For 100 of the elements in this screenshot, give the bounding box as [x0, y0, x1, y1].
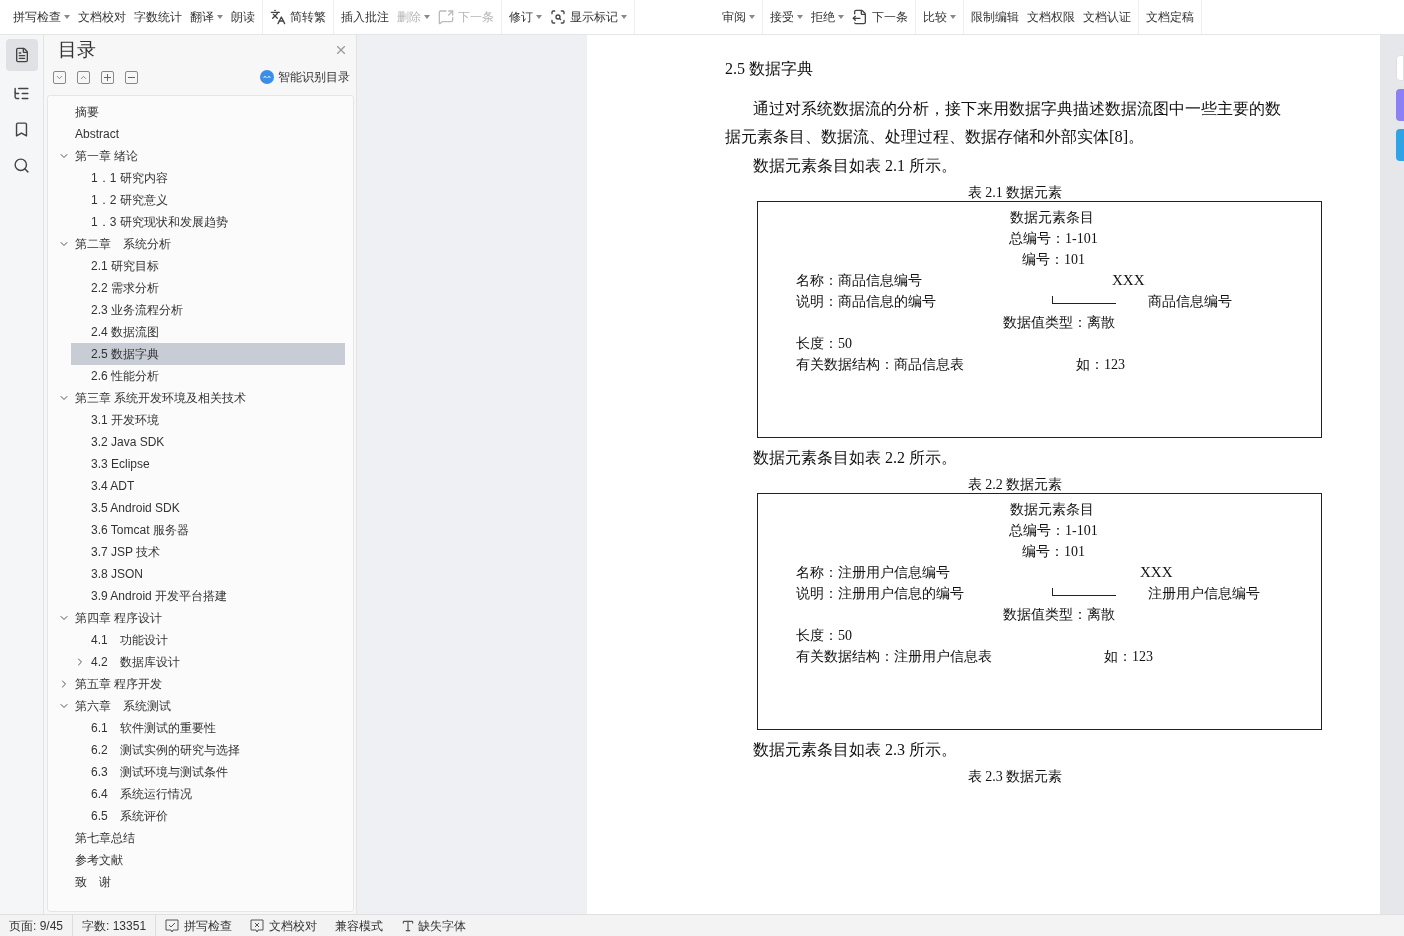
- toc-item[interactable]: 6.5 系统评价: [71, 805, 345, 827]
- item-length: 长度：50: [796, 628, 852, 643]
- side-panel-tab[interactable]: [1396, 55, 1404, 81]
- plus-icon: [104, 73, 111, 81]
- toolbar-button[interactable]: 文档校对: [75, 4, 129, 30]
- value-type: 数据值类型：离散: [1003, 315, 1115, 330]
- side-panel-tab[interactable]: [1396, 89, 1404, 121]
- toc-item[interactable]: 致 谢: [71, 871, 345, 893]
- type-icon: [401, 918, 416, 933]
- example-value: 如：123: [1076, 356, 1125, 374]
- comment-arrow-icon: [438, 9, 454, 25]
- toc-item[interactable]: 3.4 ADT: [71, 475, 345, 497]
- toc-item[interactable]: 4.2 数据库设计: [71, 651, 345, 673]
- item-code: XXX: [1140, 563, 1173, 582]
- bracket-line: [1052, 587, 1116, 596]
- toolbar-button[interactable]: 插入批注: [338, 4, 392, 30]
- close-button[interactable]: [334, 43, 348, 57]
- toolbar-button[interactable]: 修订: [506, 4, 545, 30]
- toc-item[interactable]: 第一章 绪论: [71, 145, 345, 167]
- toc-item[interactable]: 3.7 JSP 技术: [71, 541, 345, 563]
- toc-tab[interactable]: [5, 39, 38, 71]
- toc-item[interactable]: 第七章总结: [71, 827, 345, 849]
- toc-item[interactable]: 1．2 研究意义: [71, 189, 345, 211]
- toc-item[interactable]: 3.2 Java SDK: [71, 431, 345, 453]
- toolbar-button[interactable]: 文档认证: [1080, 4, 1134, 30]
- toc-item[interactable]: Abstract: [71, 123, 345, 145]
- close-icon: [334, 43, 348, 57]
- item-description: 说明：商品信息的编号: [796, 293, 937, 311]
- toc-item[interactable]: 摘要: [71, 101, 345, 123]
- item-description: 说明：注册用户信息的编号: [796, 585, 965, 603]
- toc-item[interactable]: 第三章 系统开发环境及相关技术: [71, 387, 345, 409]
- add-button[interactable]: [101, 70, 114, 84]
- toolbar-button[interactable]: 比较: [920, 4, 959, 30]
- toc-item[interactable]: 2.3 业务流程分析: [71, 299, 345, 321]
- toolbar-button[interactable]: 接受: [767, 4, 806, 30]
- toc-item[interactable]: 第五章 程序开发: [71, 673, 345, 695]
- toc-item[interactable]: 3.1 开发环境: [71, 409, 345, 431]
- body-text: 数据元素条目如表 2.1 所示。: [753, 156, 957, 176]
- toolbar-button[interactable]: 拒绝: [808, 4, 847, 30]
- total-number: 总编号：1-101: [1009, 231, 1098, 246]
- toc-item[interactable]: 3.3 Eclipse: [71, 453, 345, 475]
- toc-item[interactable]: 第四章 程序设计: [71, 607, 345, 629]
- toc-item[interactable]: 参考文献: [71, 849, 345, 871]
- status-button[interactable]: 拼写检查: [156, 914, 242, 936]
- toolbar-button[interactable]: 限制编辑: [968, 4, 1022, 30]
- toolbar-button[interactable]: 审阅: [719, 4, 758, 30]
- panel-title: 目录: [58, 37, 96, 62]
- toc-item[interactable]: 6.4 系统运行情况: [71, 783, 345, 805]
- toolbar-button[interactable]: 拼写检查: [10, 4, 73, 30]
- body-text: 数据元素条目如表 2.2 所示。: [753, 448, 957, 468]
- body-text: 数据元素条目如表 2.3 所示。: [753, 740, 957, 760]
- toc-item[interactable]: 6.3 测试环境与测试条件: [71, 761, 345, 783]
- status-button[interactable]: 兼容模式: [326, 914, 393, 936]
- total-number: 总编号：1-101: [1009, 523, 1098, 538]
- toc-item[interactable]: 1．1 研究内容: [71, 167, 345, 189]
- bookmark-icon: [13, 120, 30, 138]
- table-caption: 表 2.3 数据元素: [967, 769, 1063, 784]
- toc-item[interactable]: 第二章 系统分析: [71, 233, 345, 255]
- toc-item[interactable]: 1．3 研究现状和发展趋势: [71, 211, 345, 233]
- example-value: 如：123: [1104, 648, 1153, 666]
- table-caption: 表 2.1 数据元素: [967, 185, 1063, 200]
- check-comment-icon: [165, 918, 180, 933]
- item-number: 编号：101: [1022, 252, 1085, 267]
- x-comment-icon: [250, 918, 265, 933]
- document-icon: [13, 47, 30, 63]
- table-title: 数据元素条目: [1010, 210, 1094, 225]
- toc-item[interactable]: 4.1 功能设计: [71, 629, 345, 651]
- toolbar-button[interactable]: 朗读: [228, 4, 258, 30]
- status-text: 页面: 9/45: [0, 914, 74, 936]
- toolbar-button[interactable]: 翻译: [187, 4, 226, 30]
- expand-level-button[interactable]: [77, 70, 90, 84]
- side-panel-tab[interactable]: [1396, 129, 1404, 161]
- toolbar-button[interactable]: 显示标记: [547, 4, 630, 30]
- toolbar-button[interactable]: 文档定稿: [1143, 4, 1197, 30]
- toc-item[interactable]: 3.5 Android SDK: [71, 497, 345, 519]
- toc-item[interactable]: 3.8 JSON: [71, 563, 345, 585]
- toc-item[interactable]: 第六章 系统测试: [71, 695, 345, 717]
- toolbar-button[interactable]: 下一条: [849, 4, 911, 30]
- toc-item[interactable]: 3.6 Tomcat 服务器: [71, 519, 345, 541]
- smart-face-icon: [260, 70, 274, 84]
- status-button[interactable]: 文档校对: [241, 914, 327, 936]
- status-button[interactable]: 缺失字体: [392, 914, 476, 936]
- search-icon: [13, 156, 30, 174]
- table-title: 数据元素条目: [1010, 502, 1094, 517]
- toc-item[interactable]: 6.1 软件测试的重要性: [71, 717, 345, 739]
- document-arrow-icon: [852, 9, 868, 25]
- toc-item[interactable]: 2.4 数据流图: [71, 321, 345, 343]
- smart-toc-button[interactable]: 智能识别目录: [260, 68, 350, 86]
- convert-icon: [270, 9, 286, 25]
- toolbar-button[interactable]: 文档权限: [1024, 4, 1078, 30]
- toc-item[interactable]: 2.1 研究目标: [71, 255, 345, 277]
- toc-item[interactable]: 6.2 测试实例的研究与选择: [71, 739, 345, 761]
- toolbar-button[interactable]: 简转繁: [267, 4, 329, 30]
- remove-button[interactable]: [125, 70, 138, 84]
- collapse-level-button[interactable]: [53, 70, 66, 84]
- toc-item[interactable]: 3.9 Android 开发平台搭建: [71, 585, 345, 607]
- toc-item[interactable]: 2.2 需求分析: [71, 277, 345, 299]
- toc-item[interactable]: 2.6 性能分析: [71, 365, 345, 387]
- toc-item[interactable]: 2.5 数据字典: [71, 343, 345, 365]
- toolbar-button[interactable]: 字数统计: [131, 4, 185, 30]
